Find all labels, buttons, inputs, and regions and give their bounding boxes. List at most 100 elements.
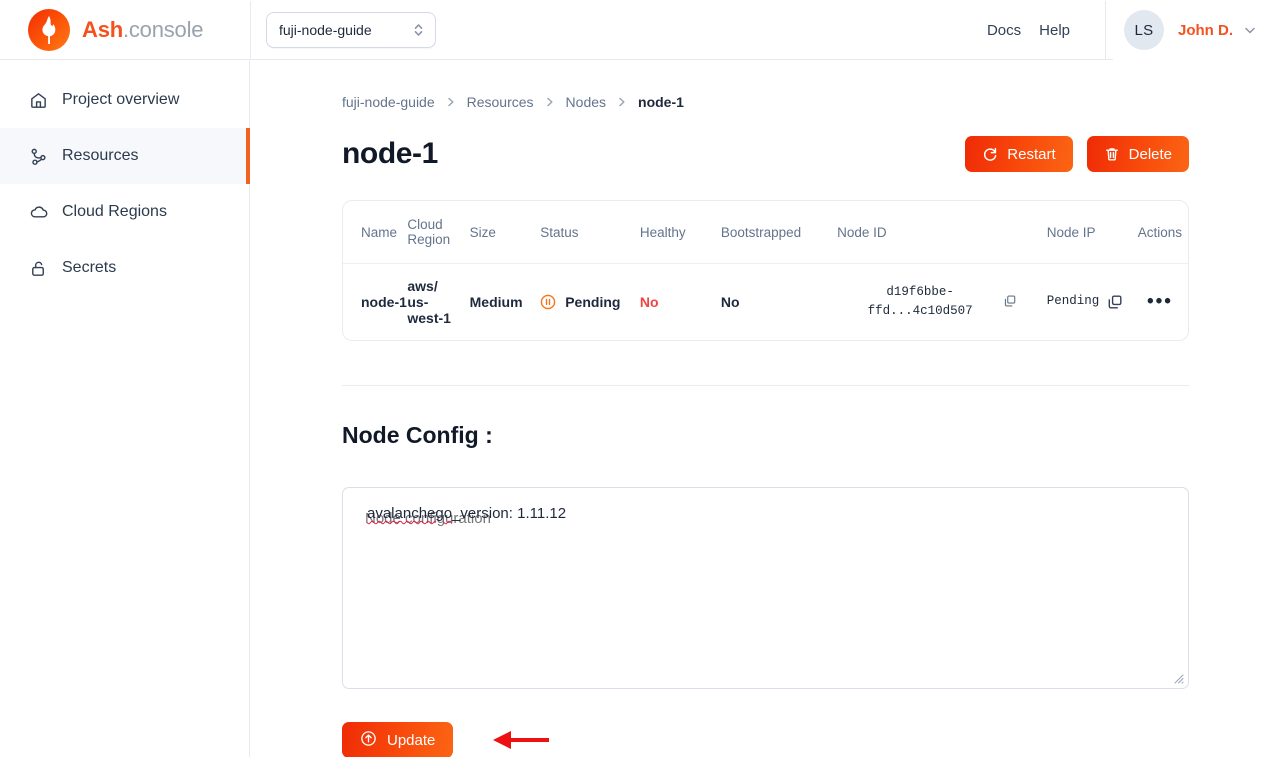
- delete-button[interactable]: Delete: [1086, 136, 1189, 172]
- sidebar-item-cloud-regions[interactable]: Cloud Regions: [0, 184, 249, 240]
- brand-logo[interactable]: Ash.console: [0, 0, 250, 60]
- breadcrumb-item-nodes[interactable]: Nodes: [566, 94, 606, 110]
- sidebar-item-project-overview[interactable]: Project overview: [0, 72, 249, 128]
- sidebar-item-label: Resources: [62, 147, 139, 164]
- network-share-icon: [28, 147, 48, 166]
- avatar[interactable]: LS: [1124, 10, 1164, 50]
- nodes-table: Name Cloud Region Size Status Healthy Bo…: [343, 201, 1188, 340]
- footer-actions: Update: [342, 722, 1189, 757]
- user-name[interactable]: John D.: [1178, 22, 1233, 39]
- brand-name-light: .console: [122, 17, 204, 42]
- flame-logo-icon: [28, 9, 70, 51]
- table-header-row: Name Cloud Region Size Status Healthy Bo…: [343, 201, 1188, 264]
- flame-glyph: [39, 16, 59, 49]
- th-actions: Actions: [1131, 201, 1188, 264]
- header-right: Docs Help LS John D.: [978, 0, 1273, 60]
- app-root: Ash.console fuji-node-guide Docs Help LS…: [0, 0, 1273, 757]
- chevron-right-icon: [445, 96, 457, 108]
- page-header-row: node-1 Restart Delete: [342, 136, 1189, 172]
- brand-name-bold: Ash: [82, 17, 123, 42]
- body: Project overview Resources Cloud Regions…: [0, 60, 1273, 757]
- node-ip-value: Pending: [1046, 294, 1100, 309]
- copy-icon[interactable]: [1003, 294, 1017, 308]
- restart-button-label: Restart: [1007, 145, 1056, 163]
- breadcrumb-item-project[interactable]: fuji-node-guide: [342, 94, 435, 110]
- breadcrumb: fuji-node-guide Resources Nodes node-1: [342, 94, 1189, 110]
- th-node-ip: Node IP: [1046, 201, 1132, 264]
- cell-healthy: No: [639, 294, 659, 310]
- th-name: Name: [343, 201, 408, 264]
- cell-cloud-region: aws/ us- west-1: [407, 264, 469, 341]
- table-row[interactable]: node-1 aws/ us- west-1 Medium Pending No…: [343, 264, 1188, 341]
- update-button[interactable]: Update: [342, 722, 454, 757]
- refresh-icon: [982, 146, 998, 162]
- table-head: Name Cloud Region Size Status Healthy Bo…: [343, 201, 1188, 264]
- cell-region-line1: aws/: [407, 278, 438, 294]
- left-arrow-annotation: [491, 728, 551, 752]
- th-cloud-region-line1: Cloud: [407, 217, 443, 232]
- nodes-table-card: Name Cloud Region Size Status Healthy Bo…: [342, 200, 1189, 341]
- brand-wordmark: Ash.console: [82, 17, 204, 43]
- project-selector[interactable]: fuji-node-guide: [266, 12, 436, 48]
- th-status: Status: [540, 201, 640, 264]
- sidebar: Project overview Resources Cloud Regions…: [0, 60, 250, 757]
- cell-node-id-copy: [1003, 264, 1047, 341]
- node-config-editor: avalanchego_version: 1.11.12: [342, 487, 1189, 694]
- node-config-textarea[interactable]: [342, 487, 1189, 689]
- chevron-up-down-icon: [412, 22, 425, 38]
- docs-link[interactable]: Docs: [978, 22, 1030, 39]
- breadcrumb-current: node-1: [638, 94, 684, 110]
- project-selector-wrap: fuji-node-guide: [251, 0, 436, 60]
- restart-button[interactable]: Restart: [965, 136, 1073, 172]
- resize-grip-icon[interactable]: [1172, 671, 1184, 689]
- help-link[interactable]: Help: [1030, 22, 1079, 39]
- chevron-right-icon: [544, 96, 556, 108]
- sidebar-item-label: Cloud Regions: [62, 203, 167, 220]
- th-size: Size: [469, 201, 541, 264]
- update-button-label: Update: [387, 731, 436, 749]
- trash-icon: [1104, 146, 1120, 162]
- th-cloud-region: Cloud Region: [407, 201, 470, 264]
- unlock-icon: [28, 259, 48, 278]
- home-icon: [28, 91, 48, 110]
- table-body: node-1 aws/ us- west-1 Medium Pending No…: [343, 264, 1188, 341]
- section-divider: [342, 385, 1189, 386]
- th-node-id: Node ID: [837, 201, 1004, 264]
- breadcrumb-item-resources[interactable]: Resources: [467, 94, 534, 110]
- page-title: node-1: [342, 137, 438, 170]
- cloud-icon: [28, 203, 48, 222]
- node-id-line1: d19f6bbe-: [886, 284, 954, 299]
- cell-region-line3: west-1: [407, 310, 451, 326]
- th-healthy: Healthy: [639, 201, 721, 264]
- header-user-divider: [1105, 1, 1106, 59]
- main-content: fuji-node-guide Resources Nodes node-1 n…: [250, 60, 1273, 757]
- cell-actions: •••: [1132, 264, 1188, 341]
- th-cloud-region-line2: Region: [407, 232, 451, 247]
- ellipsis-icon[interactable]: •••: [1147, 291, 1173, 312]
- cell-node-id: d19f6bbe- ffd...4c10d507: [837, 264, 1003, 341]
- chevron-right-icon: [616, 96, 628, 108]
- chevron-down-icon[interactable]: [1243, 23, 1257, 37]
- cell-bootstrapped: No: [720, 294, 740, 310]
- th-node-id-spacer: [1003, 201, 1047, 264]
- cell-node-ip: Pending: [1047, 264, 1132, 341]
- sidebar-item-label: Secrets: [62, 259, 117, 276]
- node-config-title: Node Config :: [342, 422, 493, 448]
- th-bootstrapped: Bootstrapped: [720, 201, 838, 264]
- sidebar-item-secrets[interactable]: Secrets: [0, 240, 249, 296]
- status-badge: Pending: [565, 294, 621, 310]
- page-actions: Restart Delete: [965, 136, 1189, 172]
- cell-size: Medium: [469, 294, 523, 310]
- top-header: Ash.console fuji-node-guide Docs Help LS…: [0, 0, 1273, 60]
- sidebar-item-resources[interactable]: Resources: [0, 128, 250, 184]
- cell-status: Pending: [540, 264, 640, 341]
- arrow-up-circle-icon: [360, 730, 377, 751]
- cell-region-line2: us-: [407, 294, 429, 310]
- delete-button-label: Delete: [1128, 145, 1172, 163]
- cell-name: node-1: [361, 294, 407, 310]
- header-bottom-border: [0, 59, 1113, 60]
- node-id-line2: ffd...4c10d507: [867, 304, 973, 318]
- copy-icon[interactable]: [1107, 294, 1123, 310]
- project-selector-value: fuji-node-guide: [279, 22, 372, 38]
- sidebar-item-label: Project overview: [62, 91, 180, 108]
